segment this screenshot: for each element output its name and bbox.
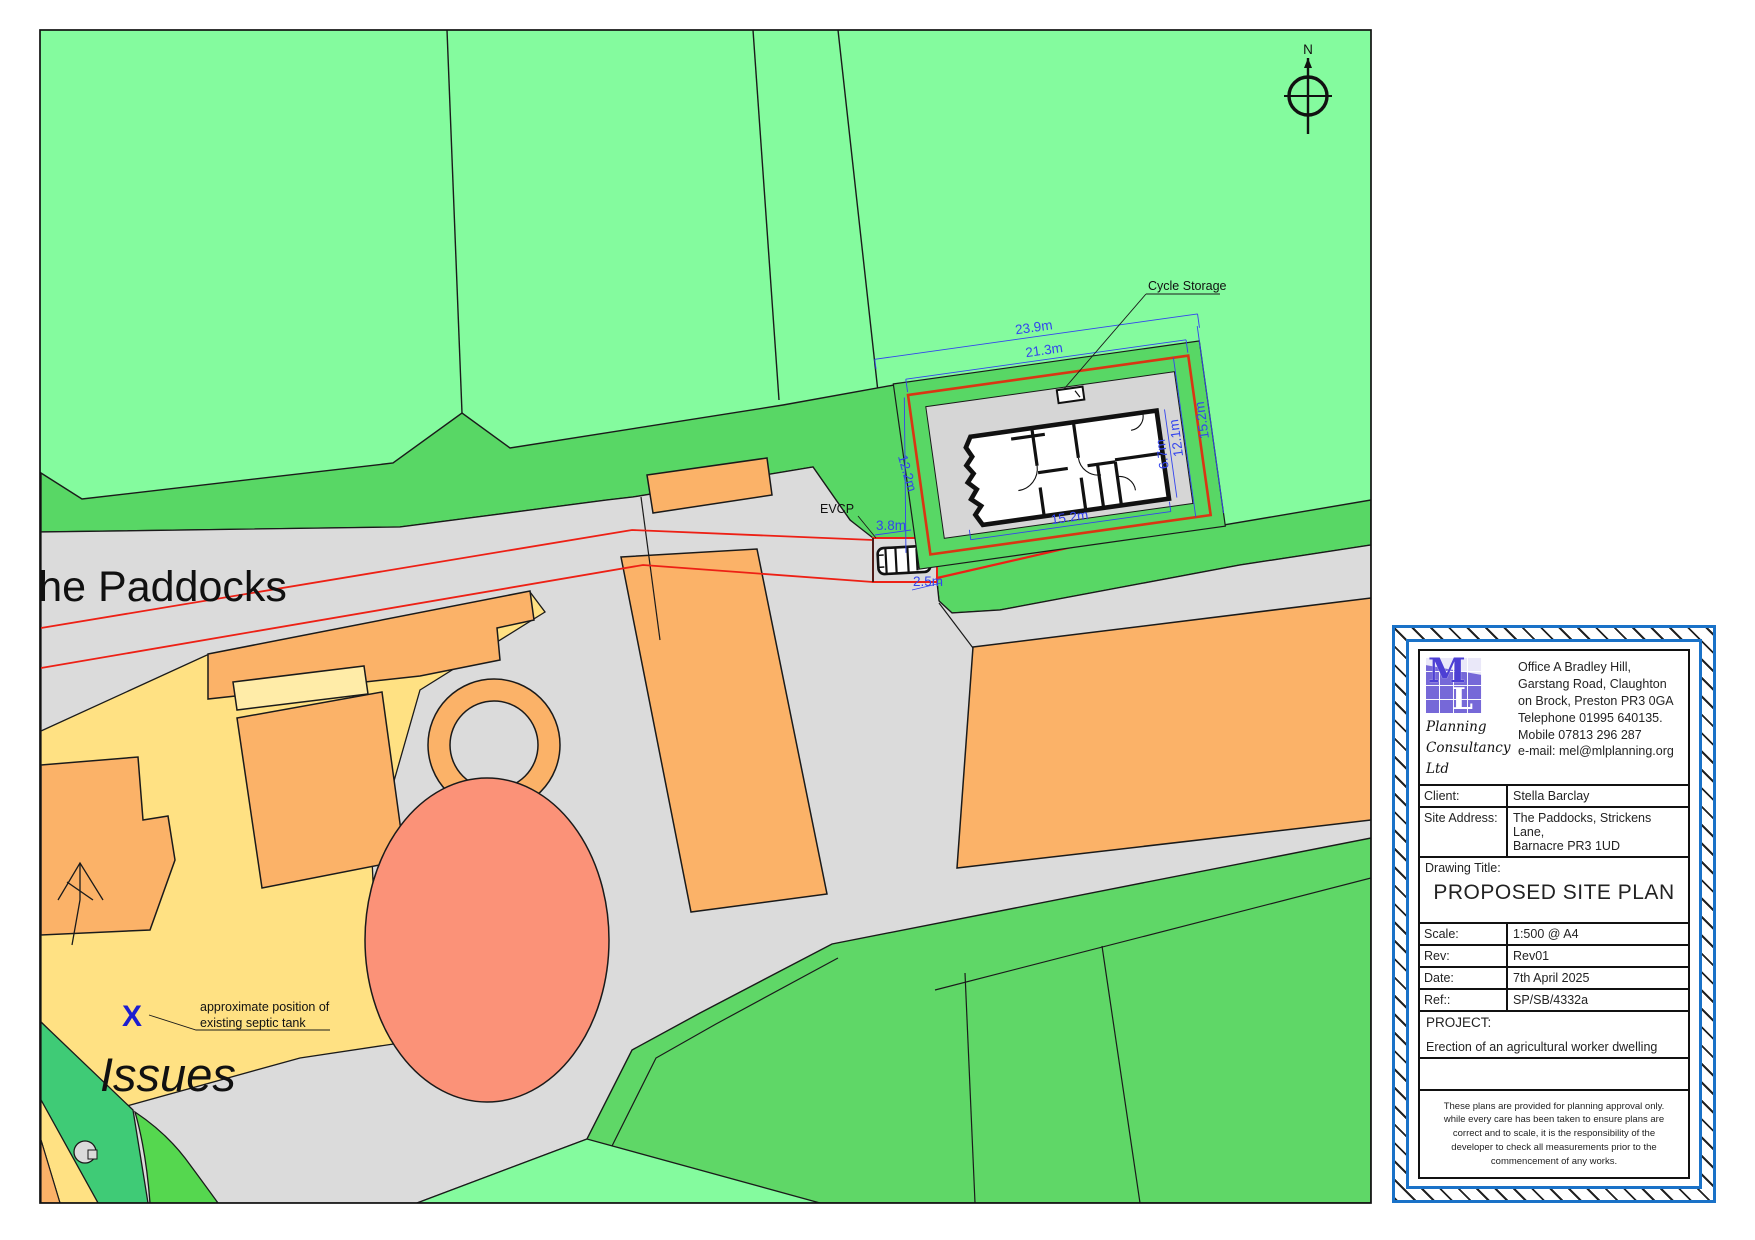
disclaimer-text: These plans are provided for planning ap… [1434, 1100, 1674, 1169]
evcp-label: EVCP [820, 502, 854, 516]
septic-note-line2: existing septic tank [200, 1016, 306, 1030]
drawing-title-value: PROPOSED SITE PLAN [1425, 881, 1683, 905]
company-logo: M L [1426, 657, 1482, 713]
date-value: 7th April 2025 [1508, 968, 1688, 988]
disclaimer-cell: These plans are provided for planning ap… [1420, 1091, 1688, 1177]
drawing-title-row: Drawing Title: PROPOSED SITE PLAN [1420, 858, 1688, 924]
site-address-label: Site Address: [1420, 808, 1508, 856]
address-line: Office A Bradley Hill, [1518, 659, 1682, 676]
silo-inner [450, 701, 538, 789]
address-line: Telephone 01995 640135. [1518, 710, 1682, 727]
slurry-tank [365, 778, 609, 1102]
project-value: Erection of an agricultural worker dwell… [1426, 1040, 1682, 1054]
company-name-line: Planning [1426, 717, 1514, 738]
dim-2-5m: 2.5m [913, 574, 943, 589]
scale-row: Scale: 1:500 @ A4 [1420, 924, 1688, 946]
scale-label: Scale: [1420, 924, 1508, 944]
site-address-value: The Paddocks, Strickens Lane, Barnacre P… [1508, 808, 1688, 856]
cycle-storage-structure [1057, 387, 1085, 403]
cycle-storage-label: Cycle Storage [1148, 279, 1227, 293]
company-name-line: Ltd [1426, 759, 1514, 780]
page: { "map": { "road_label": "The Paddocks",… [0, 0, 1755, 1240]
title-block: M L Planning Consultancy Ltd Office A Br… [1392, 625, 1716, 1203]
date-label: Date: [1420, 968, 1508, 988]
date-row: Date: 7th April 2025 [1420, 968, 1688, 990]
project-label: PROJECT: [1426, 1015, 1682, 1030]
project-cell: PROJECT: Erection of an agricultural wor… [1420, 1012, 1688, 1059]
well-symbol-notch [88, 1150, 97, 1159]
north-label: N [1303, 42, 1313, 57]
septic-tank-marker: X [122, 1000, 142, 1033]
logo-letter-l: L [1452, 682, 1473, 713]
title-block-inner: M L Planning Consultancy Ltd Office A Br… [1406, 639, 1702, 1189]
company-name-line: Consultancy [1426, 738, 1514, 759]
address-line: on Brock, Preston PR3 0GA [1518, 693, 1682, 710]
rev-label: Rev: [1420, 946, 1508, 966]
barn-square [237, 692, 405, 888]
issues-label: Issues [100, 1048, 236, 1101]
company-address: Office A Bradley Hill, Garstang Road, Cl… [1514, 657, 1682, 780]
road-name-label: The Paddocks [12, 563, 287, 611]
site-address-line2: Barnacre PR3 1UD [1513, 839, 1683, 853]
address-line: Mobile 07813 296 287 [1518, 727, 1682, 744]
site-address-line1: The Paddocks, Strickens Lane, [1513, 811, 1683, 839]
scale-value: 1:500 @ A4 [1508, 924, 1688, 944]
company-name: Planning Consultancy Ltd [1426, 717, 1514, 780]
client-row: Client: Stella Barclay [1420, 786, 1688, 808]
address-line: e-mail: mel@mlplanning.org [1518, 743, 1682, 760]
site-address-row: Site Address: The Paddocks, Strickens La… [1420, 808, 1688, 858]
rev-value: Rev01 [1508, 946, 1688, 966]
company-header: M L Planning Consultancy Ltd Office A Br… [1420, 651, 1688, 786]
septic-note-line1: approximate position of [200, 1000, 330, 1014]
company-identity: M L Planning Consultancy Ltd [1426, 657, 1514, 780]
ref-label: Ref:: [1420, 990, 1508, 1010]
drawing-title-label: Drawing Title: [1425, 861, 1683, 875]
client-label: Client: [1420, 786, 1508, 806]
dim-3-8m: 3.8m [876, 518, 906, 533]
rev-row: Rev: Rev01 [1420, 946, 1688, 968]
ref-row: Ref:: SP/SB/4332a [1420, 990, 1688, 1012]
ref-value: SP/SB/4332a [1508, 990, 1688, 1010]
address-line: Garstang Road, Claughton [1518, 676, 1682, 693]
client-value: Stella Barclay [1508, 786, 1688, 806]
empty-row [1420, 1059, 1688, 1091]
